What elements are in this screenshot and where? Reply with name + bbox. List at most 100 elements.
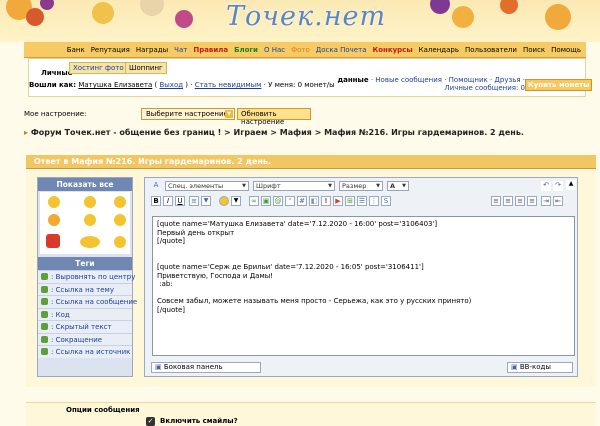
editor-sidebar: Показать все Теги : Выровнять по центру … [37, 177, 137, 377]
show-all-smilies-button[interactable]: Показать все [38, 178, 132, 191]
undo-icon[interactable]: ↶ [541, 181, 551, 191]
align-right-icon[interactable]: ≡ [515, 196, 525, 206]
align-center-icon[interactable]: ≡ [503, 196, 513, 206]
align-left-icon[interactable]: ≡ [491, 196, 501, 206]
bold-icon[interactable]: B [151, 196, 161, 206]
enable-smilies-label: Включить смайлы? [160, 417, 238, 425]
tag-hidden-text[interactable]: : Скрытый текст [38, 320, 132, 333]
tab-photo-hosting[interactable]: Хостинг фото [69, 62, 128, 74]
smiley-icon[interactable] [84, 214, 96, 226]
nav-contests[interactable]: Конкурсы [372, 46, 412, 54]
align-icon[interactable]: ≡ [189, 196, 199, 206]
text-line: :ab: [157, 280, 173, 289]
underline-icon[interactable]: U [175, 196, 185, 206]
link-friends[interactable]: Друзья [494, 76, 520, 84]
smiley-icon[interactable] [46, 234, 60, 248]
image-icon[interactable]: ▣ [261, 196, 271, 206]
nav-rules[interactable]: Правила [193, 46, 228, 54]
mood-select[interactable]: Выберите настроение ▼ [141, 108, 235, 120]
tag-center[interactable]: : Выровнять по центру [38, 270, 135, 283]
link-data[interactable]: данные [337, 76, 368, 84]
tags-header: Теги [38, 257, 132, 270]
nav-photo[interactable]: Фото [291, 46, 310, 54]
email-icon[interactable]: @ [273, 196, 283, 206]
smiley-picker-icon[interactable] [219, 196, 229, 206]
tags-list: : Выровнять по центру : Ссылка на тему :… [38, 270, 137, 358]
code-icon[interactable]: # [297, 196, 307, 206]
site-logo[interactable]: Точек.нет [226, 1, 386, 32]
table-icon[interactable]: ⊞ [345, 196, 355, 206]
nav-blogs[interactable]: Блоги [234, 46, 258, 54]
chevron-down-icon: ▼ [225, 110, 233, 118]
link-icon[interactable]: ∞ [249, 196, 259, 206]
smiley-icon[interactable] [114, 196, 126, 208]
spoiler-icon[interactable]: ◧ [309, 196, 319, 206]
font-select[interactable]: Шрифт ▼ [253, 181, 335, 191]
breadcrumb-text[interactable]: Форум Точек.нет - общение без границ ! >… [31, 128, 524, 137]
list-icon[interactable]: ☰ [357, 196, 367, 206]
nav-chat[interactable]: Чат [174, 46, 187, 54]
options-title: Опции сообщения [66, 406, 140, 414]
nav-search[interactable]: Поиск [523, 46, 545, 54]
smiley-icon[interactable] [48, 214, 60, 226]
editor-logo-icon: A [153, 181, 159, 189]
tag-topic-link[interactable]: : Ссылка на тему [38, 282, 132, 296]
justify-icon[interactable]: ≡ [527, 196, 537, 206]
chevron-down-icon[interactable]: ▼ [201, 196, 211, 206]
nav-users[interactable]: Пользователи [465, 46, 517, 54]
indent-icon[interactable]: ⇥ [541, 196, 551, 206]
update-mood-button[interactable]: Обновить настроение [237, 108, 311, 126]
special-elements-select[interactable]: Спец. элементы ▼ [165, 181, 249, 191]
link-assistant[interactable]: Помощник [449, 76, 488, 84]
mood-select-value: Выберите настроение [146, 110, 228, 118]
nav-help[interactable]: Помощь [551, 46, 581, 54]
text-line: Совсем забыл, можете называть меня прост… [157, 297, 472, 306]
text-line: [quote name='Матушка Елизавета' date='7.… [157, 220, 438, 228]
reply-panel-title: Ответ в Мафия №216. Игры гардемаринов. 2… [26, 155, 596, 169]
media-icon[interactable]: ▶ [333, 196, 343, 206]
alert-icon[interactable]: ! [321, 196, 331, 206]
quote-icon[interactable]: " [285, 196, 295, 206]
outdent-icon[interactable]: ⇤ [553, 196, 563, 206]
strike-icon[interactable]: S [381, 196, 391, 206]
buy-coins-button[interactable]: Купить монеты [525, 79, 593, 91]
smiley-icon[interactable] [48, 196, 60, 208]
post-textarea[interactable]: [quote name='Матушка Елизавета' date='7.… [152, 216, 575, 356]
tag-abbr[interactable]: : Сокращение [38, 332, 132, 346]
chevron-down-icon: ▼ [401, 183, 407, 189]
logout-link[interactable]: Выход [159, 81, 183, 89]
numbered-list-icon[interactable]: ⋮ [369, 196, 379, 206]
size-select[interactable]: Размер ▼ [339, 181, 383, 191]
link-new-posts[interactable]: Новые сообщения [375, 76, 442, 84]
smiley-icon[interactable] [114, 236, 126, 248]
italic-icon[interactable]: I [163, 196, 173, 206]
username-link[interactable]: Матушка Елизавета [78, 81, 152, 89]
enable-smilies-checkbox[interactable]: ✓ [146, 417, 155, 426]
text-color-select[interactable]: A ▼ [387, 181, 409, 191]
tag-source-link[interactable]: : Ссылка на источник [38, 345, 132, 358]
tab-shopping[interactable]: Шоппинг [125, 62, 167, 74]
nav-honor-board[interactable]: Доска Почета [316, 46, 367, 54]
nav-bank[interactable]: Банк [67, 46, 85, 54]
redo-icon[interactable]: ↷ [553, 181, 563, 191]
breadcrumb: ▸ Форум Точек.нет - общение без границ !… [24, 128, 524, 137]
nav-calendar[interactable]: Календарь [419, 46, 459, 54]
smiley-icon[interactable] [84, 196, 96, 208]
nav-reputation[interactable]: Репутация [91, 46, 130, 54]
link-messages[interactable]: Личные сообщения: 0 [444, 84, 525, 92]
nav-awards[interactable]: Награды [136, 46, 168, 54]
smiley-icon[interactable] [80, 236, 100, 248]
tag-label: Ссылка на источник [55, 348, 131, 356]
text-line: [/quote] [157, 305, 186, 314]
nav-about[interactable]: О Нас [264, 46, 285, 54]
tag-post-link[interactable]: : Ссылка на сообщение [38, 295, 137, 308]
toggle-toolbar-icon[interactable]: ▲ [566, 180, 576, 190]
side-panel-toggle[interactable]: ▣ Боковая панель [151, 362, 261, 373]
bbcodes-toggle[interactable]: ▣ BB-коды [507, 362, 573, 373]
go-invisible-link[interactable]: Стать невидимым [195, 81, 262, 89]
chevron-down-icon[interactable]: ▼ [231, 196, 241, 206]
special-elements-label: Спец. элементы [168, 182, 224, 190]
smiley-icon[interactable] [114, 214, 126, 226]
tag-code[interactable]: : Код [38, 307, 132, 321]
tab-personal[interactable]: Личные [41, 69, 72, 77]
